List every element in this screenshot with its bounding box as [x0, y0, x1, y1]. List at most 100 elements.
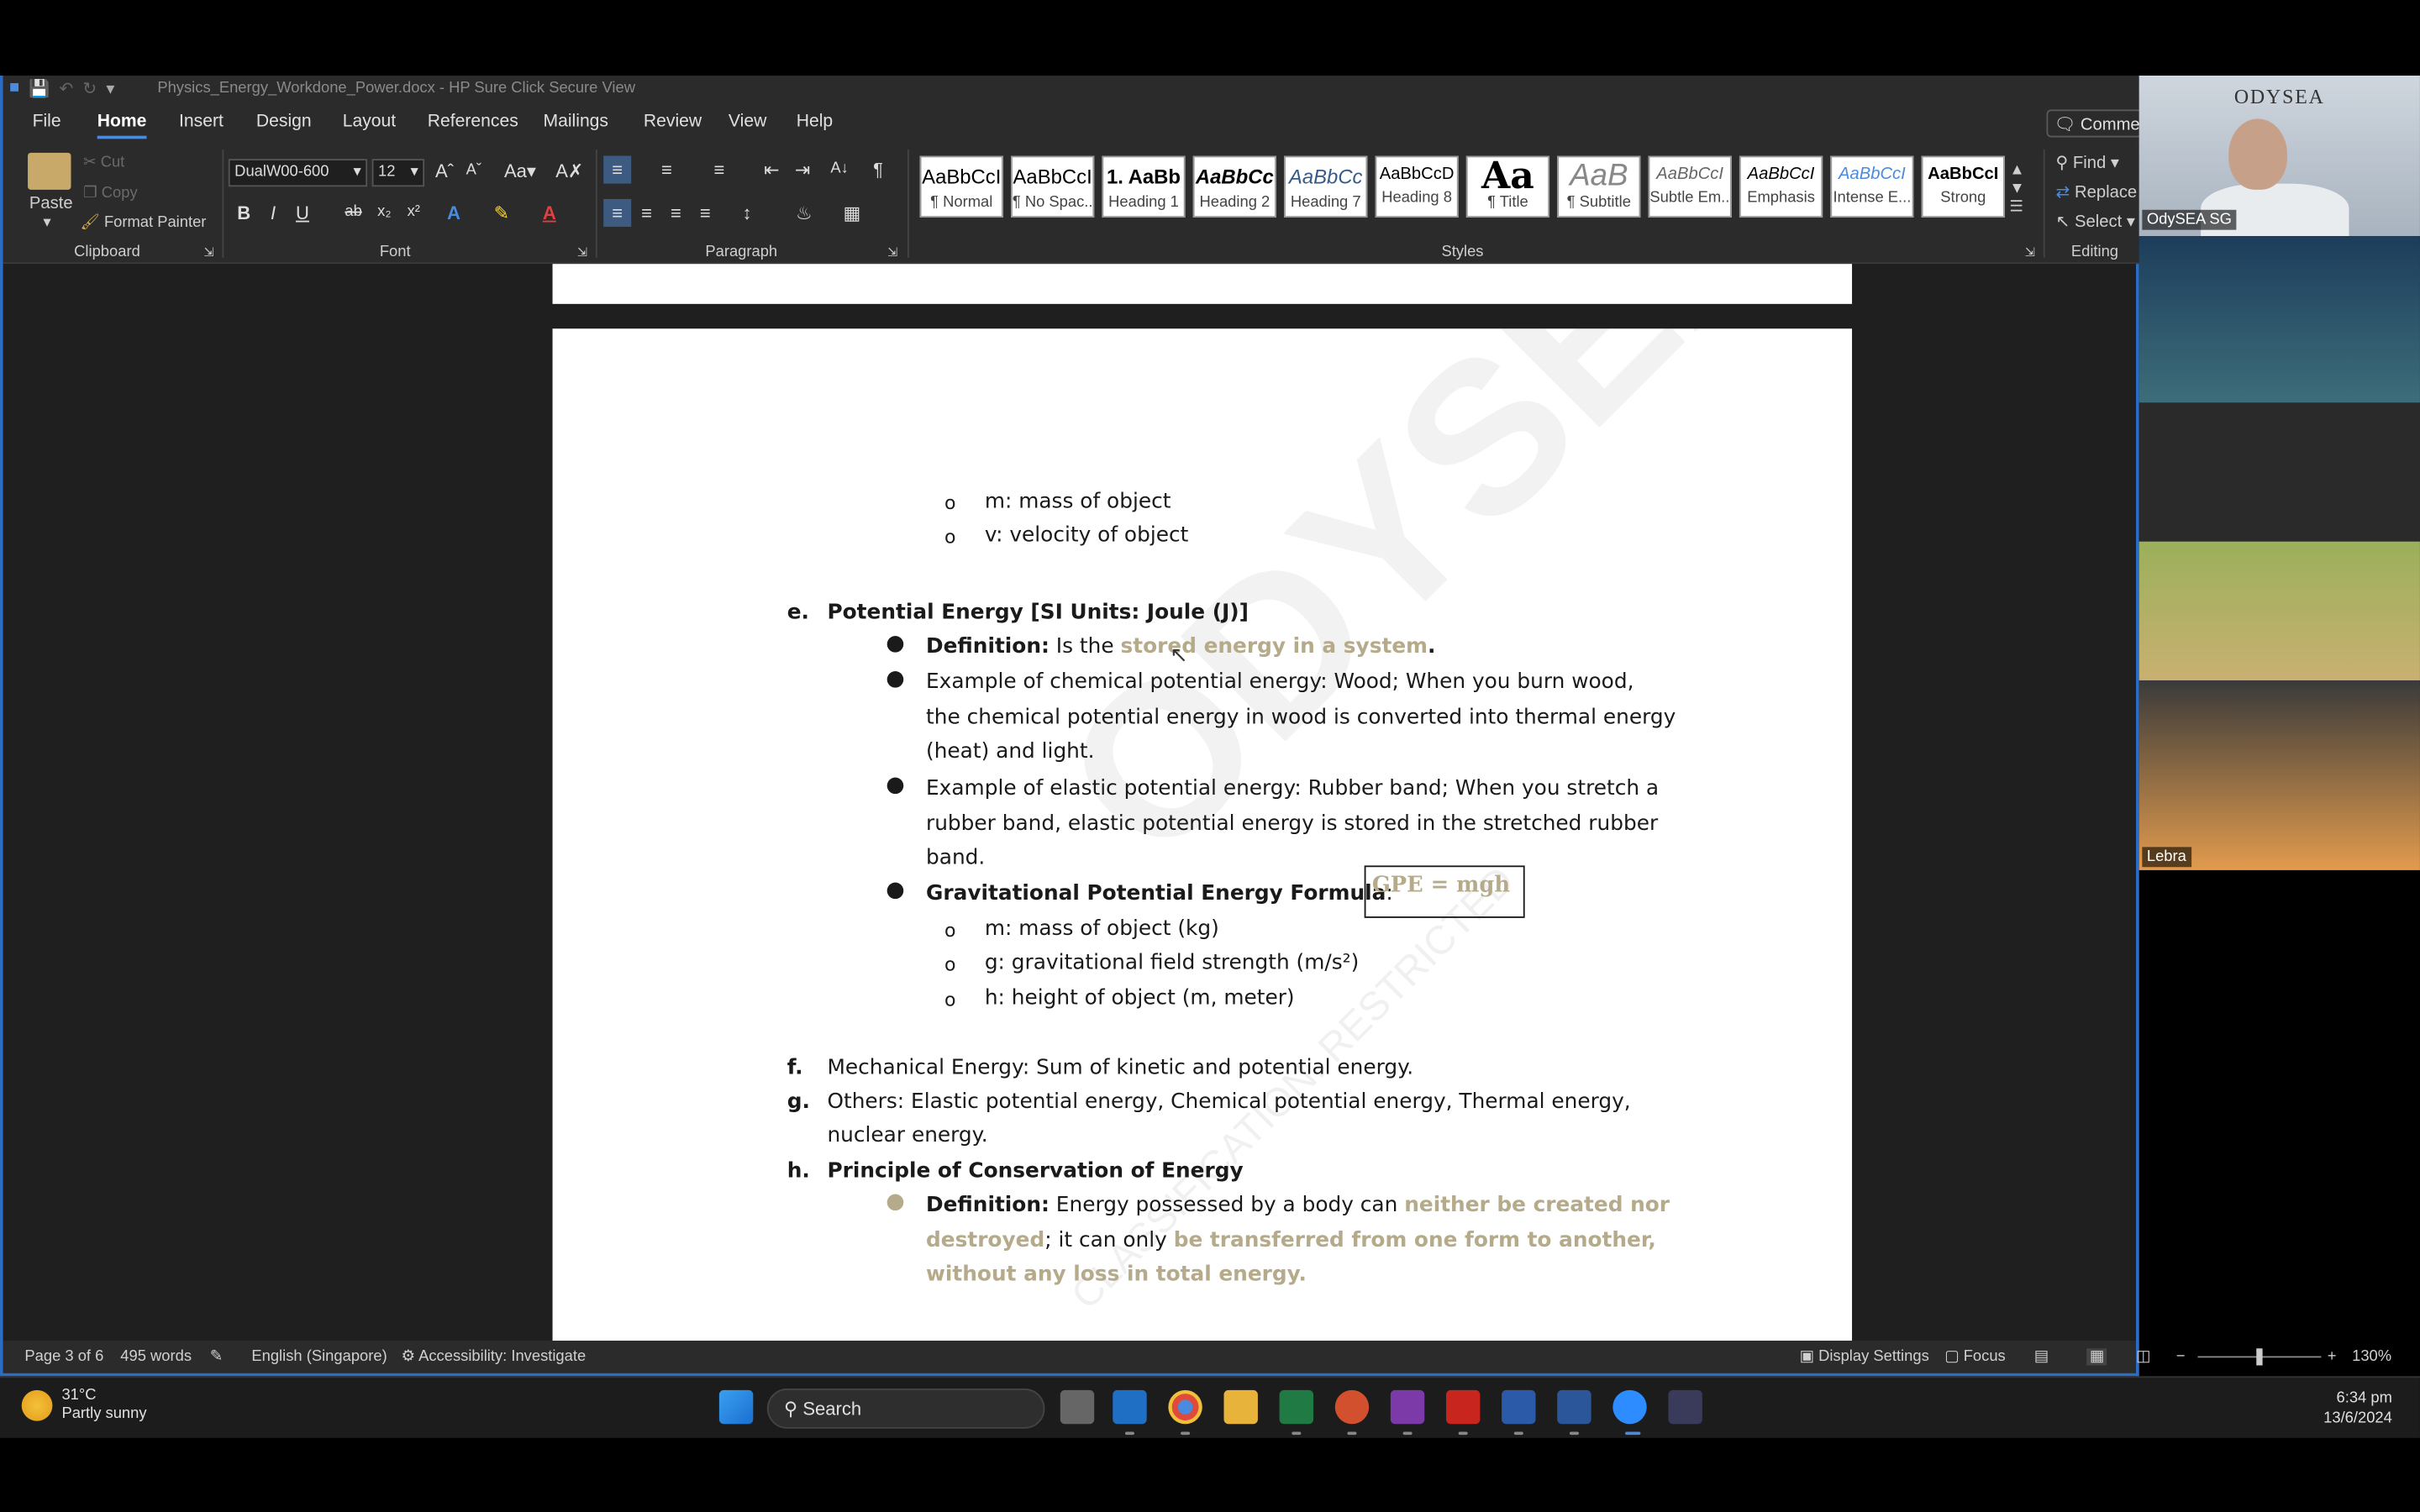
find-button[interactable]: ⚲ Find ▾: [2055, 153, 2119, 173]
strikethrough-icon[interactable]: ab: [339, 199, 367, 227]
tab-references[interactable]: References: [428, 113, 518, 131]
style-subtle-emphasis[interactable]: AaBbCcI Subtle Em...: [1648, 155, 1732, 218]
tab-home[interactable]: Home: [97, 113, 146, 139]
acrobat-icon[interactable]: [1445, 1389, 1481, 1425]
style-heading-1[interactable]: 1. AaBb Heading 1: [1102, 155, 1186, 218]
underline-icon[interactable]: U: [288, 199, 316, 227]
align-center-icon[interactable]: ≡: [633, 199, 660, 227]
clipboard-launcher-icon[interactable]: ⇲: [203, 245, 213, 260]
tab-layout[interactable]: Layout: [343, 113, 396, 131]
document-area[interactable]: ODYSEA CLASSIFICATION: RESTRICTED o m: m…: [3, 264, 2136, 1341]
multilevel-list-icon[interactable]: ≡: [705, 156, 733, 184]
text-effects-icon[interactable]: A: [439, 199, 467, 227]
increase-indent-icon[interactable]: ⇥: [789, 156, 817, 184]
page-count[interactable]: Page 3 of 6: [24, 1348, 103, 1365]
highlight-color-icon[interactable]: ✎: [487, 199, 515, 227]
gpe-formula-box[interactable]: GPE = mgh: [1364, 865, 1525, 918]
font-color-icon[interactable]: A: [535, 199, 563, 227]
read-mode-icon[interactable]: ▤: [2034, 1348, 2049, 1365]
word-icon[interactable]: [1557, 1389, 1591, 1425]
zoom-slider-thumb[interactable]: [2256, 1348, 2263, 1366]
tab-insert[interactable]: Insert: [179, 113, 224, 131]
zoom-app-icon[interactable]: [1612, 1389, 1647, 1425]
replace-button[interactable]: ⇄ Replace: [2055, 182, 2137, 202]
align-right-icon[interactable]: ≡: [662, 199, 690, 227]
font-name-combo[interactable]: DualW00-600 ▾: [228, 159, 368, 187]
paragraph-launcher-icon[interactable]: ⇲: [887, 245, 897, 260]
bullets-icon[interactable]: ≡: [603, 155, 632, 184]
video-tile[interactable]: [2139, 541, 2420, 680]
bold-icon[interactable]: B: [230, 199, 258, 227]
outlook-icon[interactable]: [1113, 1389, 1147, 1425]
tab-file[interactable]: File: [33, 113, 61, 131]
font-launcher-icon[interactable]: ⇲: [577, 245, 587, 260]
paste-icon[interactable]: [28, 152, 71, 190]
powerpoint-icon[interactable]: [1334, 1389, 1370, 1425]
video-tile[interactable]: [2139, 402, 2420, 542]
style-heading-2[interactable]: AaBbCc Heading 2: [1192, 155, 1276, 218]
excel-icon[interactable]: [1279, 1389, 1314, 1425]
numbering-icon[interactable]: ≡: [653, 156, 681, 184]
proofing-icon[interactable]: ✎: [210, 1348, 223, 1365]
calculator-icon[interactable]: [1668, 1389, 1702, 1425]
video-tile-host[interactable]: ODYSEA OdySEA SG: [2139, 75, 2420, 237]
italic-icon[interactable]: I: [260, 199, 287, 227]
decrease-indent-icon[interactable]: ⇤: [758, 156, 786, 184]
borders-icon[interactable]: ▦: [838, 199, 865, 227]
start-icon[interactable]: [718, 1389, 754, 1425]
style-emphasis[interactable]: AaBbCcI Emphasis: [1739, 155, 1823, 218]
tab-design[interactable]: Design: [256, 113, 312, 131]
style-heading-7[interactable]: AaBbCc Heading 7: [1284, 155, 1368, 218]
style-title[interactable]: Aa ¶ Title: [1465, 155, 1550, 218]
focus-button[interactable]: ▢ Focus: [1944, 1348, 2005, 1365]
format-painter-button[interactable]: 🖌 Format Painter: [81, 214, 207, 231]
align-left-icon[interactable]: ≡: [603, 198, 632, 227]
system-clock[interactable]: 6:34 pm 13/6/2024: [2323, 1389, 2392, 1429]
shrink-font-icon[interactable]: Aˇ: [460, 157, 487, 185]
style-heading-8[interactable]: AaBbCcD Heading 8: [1375, 155, 1459, 218]
tab-review[interactable]: Review: [644, 113, 702, 131]
style-normal[interactable]: AaBbCcI ¶ Normal: [919, 155, 1003, 218]
redo-icon[interactable]: ↻: [82, 79, 97, 99]
paste-label[interactable]: Paste: [29, 194, 73, 213]
clear-formatting-icon[interactable]: A✗: [555, 157, 583, 185]
shading-icon[interactable]: ♨: [790, 199, 818, 227]
customize-qat-icon[interactable]: ▾: [106, 79, 114, 99]
language-status[interactable]: English (Singapore): [251, 1348, 387, 1365]
video-tile[interactable]: [2139, 236, 2420, 403]
document-page[interactable]: ODYSEA CLASSIFICATION: RESTRICTED o m: m…: [552, 328, 1853, 1341]
paste-dropdown-icon[interactable]: ▾: [43, 214, 50, 231]
style-strong[interactable]: AaBbCcI Strong: [1921, 155, 2005, 218]
cut-button[interactable]: ✂ Cut: [83, 155, 124, 171]
subscript-icon[interactable]: x₂: [371, 199, 398, 227]
teams-icon[interactable]: [1502, 1389, 1536, 1425]
zoom-level[interactable]: 130%: [2352, 1348, 2391, 1365]
print-layout-icon[interactable]: ▦: [2086, 1348, 2107, 1366]
task-view-icon[interactable]: [1060, 1389, 1095, 1425]
styles-more-icon[interactable]: ☰: [2009, 199, 2023, 216]
accessibility-status[interactable]: ⚙ Accessibility: Investigate: [402, 1348, 587, 1365]
style-no-spacing[interactable]: AaBbCcI ¶ No Spac...: [1011, 155, 1095, 218]
tab-view[interactable]: View: [729, 113, 766, 131]
file-explorer-icon[interactable]: [1223, 1389, 1258, 1425]
tab-mailings[interactable]: Mailings: [544, 113, 608, 131]
sort-icon[interactable]: A↓: [826, 156, 854, 184]
styles-scroll-up-icon[interactable]: ▲: [2009, 162, 2024, 179]
video-tile[interactable]: Lebra: [2139, 680, 2420, 870]
grow-font-icon[interactable]: Aˆ: [430, 157, 458, 185]
zoom-out-icon[interactable]: −: [2176, 1348, 2186, 1365]
display-settings-button[interactable]: ▣ Display Settings: [1800, 1348, 1929, 1365]
select-button[interactable]: ↖ Select ▾: [2055, 212, 2135, 231]
save-icon[interactable]: 💾: [29, 79, 50, 99]
styles-scroll-down-icon[interactable]: ▼: [2009, 181, 2024, 197]
word-count[interactable]: 495 words: [120, 1348, 192, 1365]
tab-help[interactable]: Help: [797, 113, 833, 131]
undo-icon[interactable]: ↶: [59, 79, 73, 99]
superscript-icon[interactable]: x²: [400, 199, 428, 227]
justify-icon[interactable]: ≡: [692, 199, 719, 227]
change-case-icon[interactable]: Aa▾: [500, 157, 540, 185]
style-intense-emphasis[interactable]: AaBbCcI Intense E...: [1830, 155, 1914, 218]
zoom-in-icon[interactable]: +: [2328, 1348, 2337, 1365]
chrome-icon[interactable]: [1168, 1389, 1202, 1425]
styles-launcher-icon[interactable]: ⇲: [2025, 245, 2035, 260]
